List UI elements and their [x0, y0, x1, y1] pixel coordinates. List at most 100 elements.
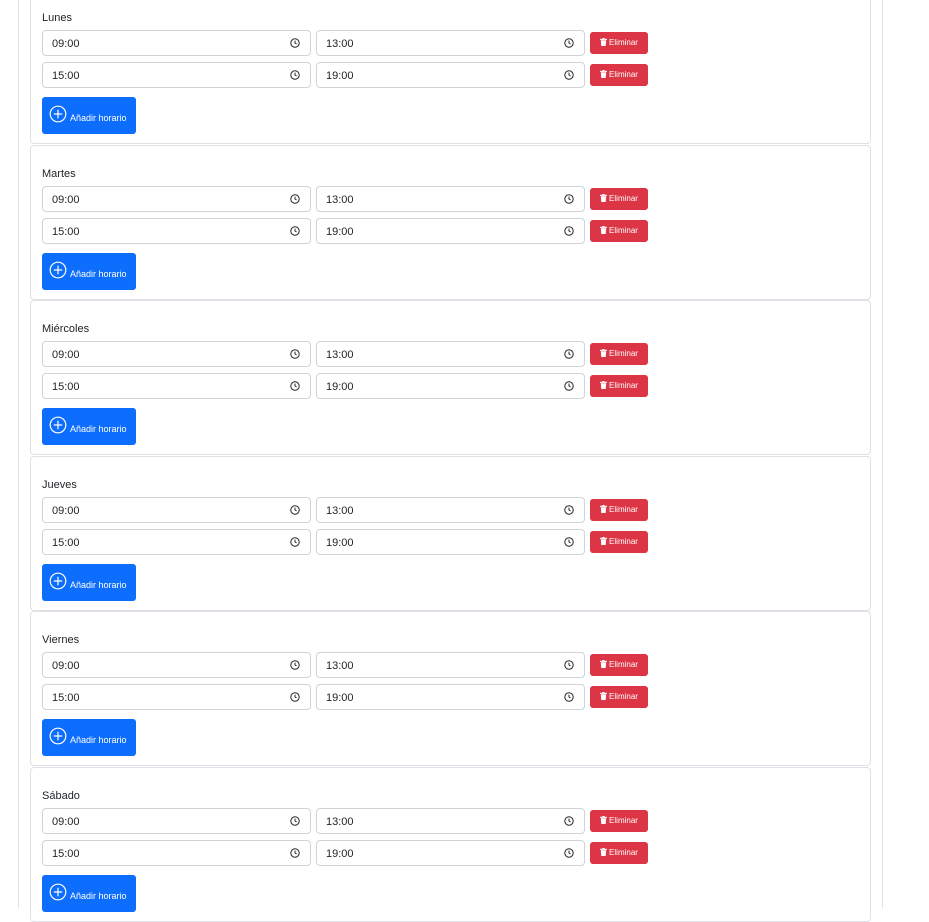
end-time-input[interactable]: 13:00	[316, 30, 585, 56]
delete-slot-button[interactable]: Eliminar	[590, 841, 648, 864]
end-time-value: 13:00	[326, 504, 354, 517]
plus-circle-icon	[49, 416, 67, 434]
start-time-input[interactable]: 15:00	[42, 528, 311, 555]
add-schedule-label: Añadir horario	[70, 735, 127, 745]
end-time-input[interactable]: 13:00	[316, 807, 585, 834]
end-time-input[interactable]: 13:00	[316, 341, 585, 367]
end-time-value: 13:00	[326, 815, 354, 828]
start-time-value: 15:00	[52, 692, 80, 704]
start-time-input[interactable]: 09:00	[42, 185, 311, 212]
delete-slot-button[interactable]: Eliminar	[590, 498, 648, 521]
delete-slot-button[interactable]: Eliminar	[590, 343, 648, 365]
delete-label: Eliminar	[609, 815, 638, 825]
end-time-input[interactable]: 13:00	[316, 496, 585, 523]
delete-slot-button[interactable]: Eliminar	[590, 654, 648, 676]
add-schedule-button[interactable]: Añadir horario	[42, 563, 136, 601]
clock-icon[interactable]	[564, 193, 574, 204]
clock-icon[interactable]	[564, 692, 574, 702]
trash-icon	[600, 381, 608, 389]
start-time-input[interactable]: 15:00	[42, 217, 311, 244]
start-time-input[interactable]: 15:00	[42, 62, 311, 88]
end-time-value: 19:00	[326, 225, 354, 238]
start-time-value: 09:00	[52, 38, 80, 50]
add-schedule-label: Añadir horario	[70, 424, 127, 434]
clock-icon[interactable]	[564, 225, 574, 236]
end-time-input[interactable]: 13:00	[316, 652, 585, 678]
end-time-value: 19:00	[326, 692, 354, 704]
plus-circle-icon	[49, 105, 67, 123]
clock-icon[interactable]	[564, 504, 574, 515]
add-schedule-button[interactable]: Añadir horario	[42, 252, 136, 290]
clock-icon[interactable]	[290, 504, 300, 515]
start-time-input[interactable]: 15:00	[42, 684, 311, 710]
start-time-input[interactable]: 15:00	[42, 839, 311, 866]
start-time-input[interactable]: 09:00	[42, 652, 311, 678]
delete-slot-button[interactable]: Eliminar	[590, 64, 648, 86]
delete-slot-button[interactable]: Eliminar	[590, 219, 648, 242]
start-time-value: 09:00	[52, 660, 80, 672]
day-title: Martes	[42, 167, 76, 180]
day-card-martes: Martes 09:00 13:00 Eliminar 15:00 19:00 …	[30, 144, 871, 300]
start-time-value: 09:00	[52, 193, 80, 206]
delete-slot-button[interactable]: Eliminar	[590, 809, 648, 832]
add-schedule-button[interactable]: Añadir horario	[42, 97, 136, 134]
end-time-input[interactable]: 19:00	[316, 528, 585, 555]
start-time-input[interactable]: 09:00	[42, 30, 311, 56]
delete-slot-button[interactable]: Eliminar	[590, 375, 648, 397]
clock-icon[interactable]	[290, 193, 300, 204]
clock-icon[interactable]	[290, 381, 300, 391]
delete-label: Eliminar	[609, 381, 638, 390]
add-schedule-button[interactable]: Añadir horario	[42, 874, 136, 912]
time-slot: 09:00 13:00 Eliminar	[42, 185, 648, 212]
clock-icon[interactable]	[290, 70, 300, 80]
start-time-input[interactable]: 09:00	[42, 807, 311, 834]
start-time-value: 15:00	[52, 225, 80, 238]
start-time-input[interactable]: 09:00	[42, 496, 311, 523]
delete-slot-button[interactable]: Eliminar	[590, 530, 648, 553]
clock-icon[interactable]	[290, 660, 300, 670]
clock-icon[interactable]	[564, 660, 574, 670]
delete-slot-button[interactable]: Eliminar	[590, 187, 648, 210]
clock-icon[interactable]	[290, 38, 300, 48]
clock-icon[interactable]	[564, 349, 574, 359]
clock-icon[interactable]	[564, 847, 574, 858]
add-schedule-button[interactable]: Añadir horario	[42, 408, 136, 445]
start-time-input[interactable]: 09:00	[42, 341, 311, 367]
clock-icon[interactable]	[564, 536, 574, 547]
clock-icon[interactable]	[290, 536, 300, 547]
clock-icon[interactable]	[290, 349, 300, 359]
clock-icon[interactable]	[290, 692, 300, 702]
end-time-value: 13:00	[326, 660, 354, 672]
clock-icon[interactable]	[290, 225, 300, 236]
end-time-input[interactable]: 19:00	[316, 839, 585, 866]
start-time-input[interactable]: 15:00	[42, 373, 311, 399]
add-schedule-label: Añadir horario	[70, 113, 127, 123]
container-border-right	[882, 0, 883, 908]
end-time-value: 19:00	[326, 70, 354, 82]
add-schedule-button[interactable]: Añadir horario	[42, 719, 136, 756]
delete-slot-button[interactable]: Eliminar	[590, 32, 648, 54]
clock-icon[interactable]	[564, 381, 574, 391]
clock-icon[interactable]	[564, 815, 574, 826]
end-time-input[interactable]: 19:00	[316, 62, 585, 88]
trash-icon	[600, 692, 608, 700]
time-slot: 09:00 13:00 Eliminar	[42, 496, 648, 523]
time-slot: 15:00 19:00 Eliminar	[42, 217, 648, 244]
delete-label: Eliminar	[609, 504, 638, 514]
day-card-lunes: Lunes 09:00 13:00 Eliminar 15:00 19:00 E…	[30, 0, 871, 144]
end-time-input[interactable]: 19:00	[316, 217, 585, 244]
clock-icon[interactable]	[564, 70, 574, 80]
end-time-value: 19:00	[326, 381, 354, 393]
end-time-input[interactable]: 13:00	[316, 185, 585, 212]
end-time-input[interactable]: 19:00	[316, 373, 585, 399]
delete-label: Eliminar	[609, 225, 638, 235]
end-time-input[interactable]: 19:00	[316, 684, 585, 710]
clock-icon[interactable]	[290, 847, 300, 858]
day-card-sabado: Sábado 09:00 13:00 Eliminar 15:00 19:00 …	[30, 766, 871, 922]
trash-icon	[600, 70, 608, 78]
end-time-value: 13:00	[326, 193, 354, 206]
delete-slot-button[interactable]: Eliminar	[590, 686, 648, 708]
clock-icon[interactable]	[290, 815, 300, 826]
schedule-page: Lunes 09:00 13:00 Eliminar 15:00 19:00 E…	[0, 0, 929, 922]
clock-icon[interactable]	[564, 38, 574, 48]
